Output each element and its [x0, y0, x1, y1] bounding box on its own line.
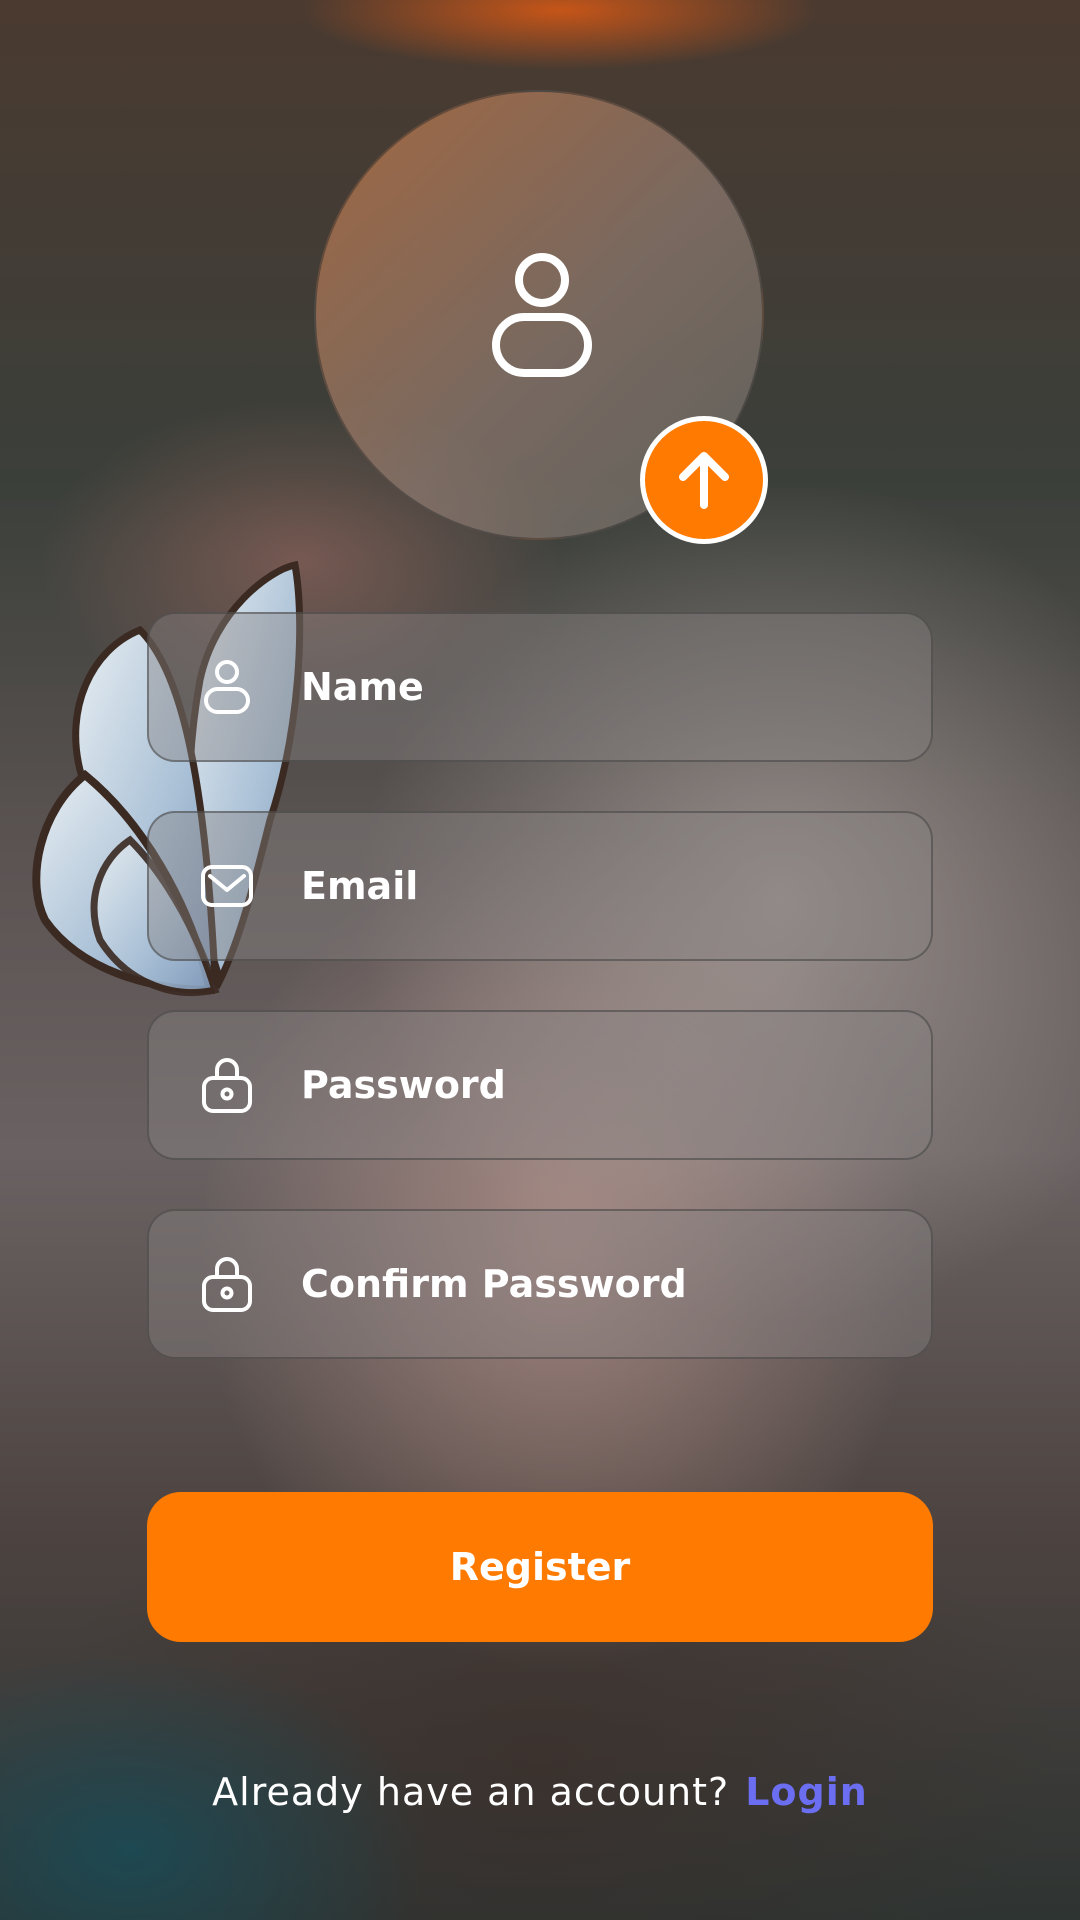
login-link[interactable]: Login — [745, 1770, 868, 1814]
upload-photo-button[interactable] — [640, 416, 768, 544]
lock-icon — [199, 1256, 255, 1312]
name-field[interactable] — [147, 612, 933, 762]
password-input[interactable] — [301, 1012, 901, 1158]
email-input[interactable] — [301, 813, 901, 959]
arrow-up-icon — [679, 452, 729, 509]
user-icon — [199, 659, 255, 715]
confirm-password-field[interactable] — [147, 1209, 933, 1359]
register-button[interactable]: Register — [147, 1492, 933, 1642]
lock-icon — [199, 1057, 255, 1113]
password-field[interactable] — [147, 1010, 933, 1160]
confirm-password-input[interactable] — [301, 1211, 901, 1357]
register-screen: Register Already have an account? Login — [0, 0, 1080, 1920]
name-input[interactable] — [301, 614, 901, 760]
login-prompt-text: Already have an account? — [212, 1770, 730, 1814]
user-icon — [492, 253, 592, 377]
email-field[interactable] — [147, 811, 933, 961]
mail-icon — [199, 858, 255, 914]
login-prompt: Already have an account? Login — [0, 1770, 1080, 1814]
